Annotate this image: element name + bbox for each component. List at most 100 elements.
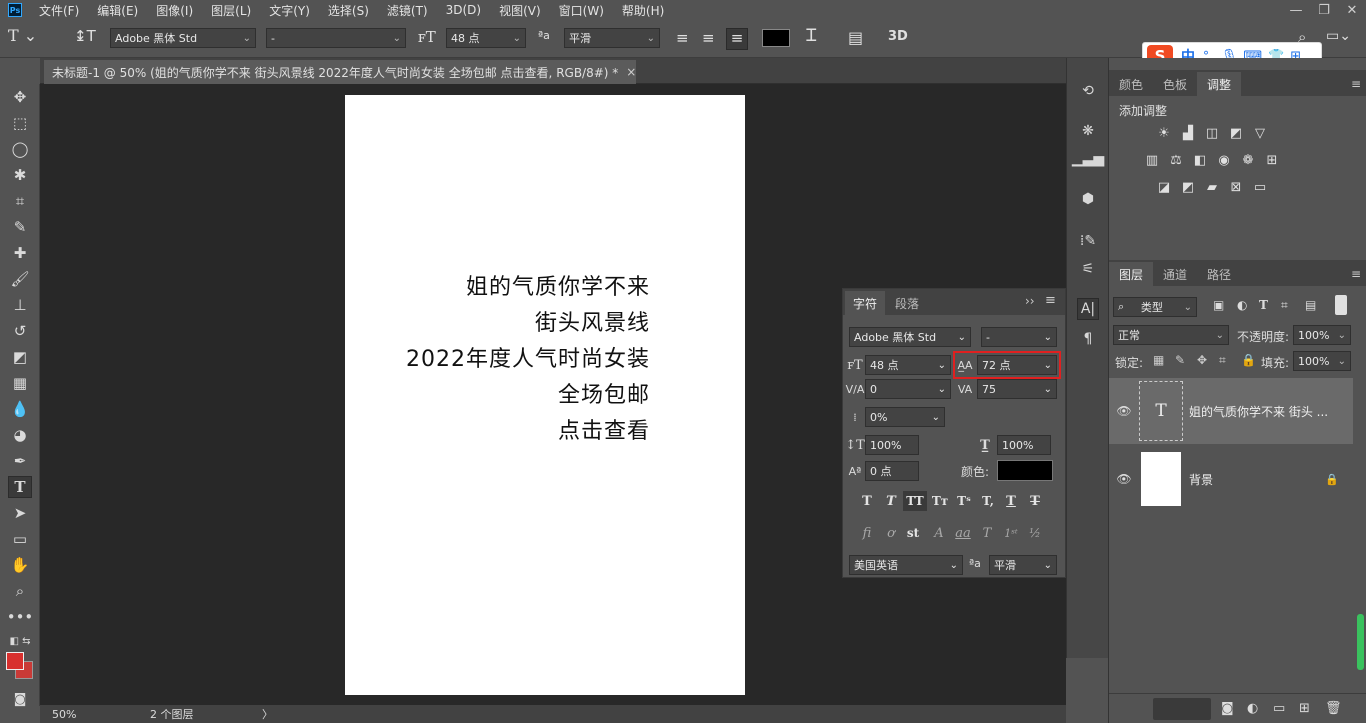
channel-mixer-icon[interactable]: ❁ [1239, 152, 1257, 168]
tab-character[interactable]: 字符 [845, 291, 885, 315]
more-tools-icon[interactable]: ••• [7, 606, 34, 628]
close-tab-icon[interactable]: × [626, 65, 636, 79]
gradient-tool-icon[interactable]: ▦ [8, 372, 32, 394]
path-selection-tool-icon[interactable]: ➤ [8, 502, 32, 524]
lock-all-icon[interactable]: 🔒 [1241, 353, 1256, 367]
text-color-swatch[interactable] [762, 29, 790, 47]
brightness-icon[interactable]: ☀ [1155, 125, 1173, 141]
menu-image[interactable]: 图像(I) [147, 2, 202, 19]
blend-mode-select[interactable]: 正常 ⌄ [1113, 325, 1229, 345]
char-scale-select[interactable]: 0% ⌄ [865, 407, 945, 427]
filter-smart-object-icon[interactable]: ▤ [1305, 298, 1316, 312]
tab-color[interactable]: 颜色 [1109, 72, 1153, 96]
marquee-tool-icon[interactable]: ⬚ [8, 112, 32, 134]
align-center-icon[interactable]: ≡ [702, 29, 715, 47]
eyedropper-tool-icon[interactable]: ✎ [8, 216, 32, 238]
zoom-level[interactable]: 50% [52, 708, 132, 721]
tab-swatches[interactable]: 色板 [1153, 72, 1197, 96]
char-kerning-select[interactable]: 0 ⌄ [865, 379, 951, 399]
3d-panel-icon[interactable]: ⬢ [1077, 188, 1099, 210]
lasso-tool-icon[interactable]: ◯ [8, 138, 32, 160]
filter-pixel-icon[interactable]: ▣ [1213, 298, 1224, 312]
char-font-family-select[interactable]: Adobe 黑体 Std ⌄ [849, 327, 971, 347]
3d-icon[interactable]: 3D [888, 29, 908, 44]
char-vscale-input[interactable]: 100% [865, 435, 919, 455]
clone-stamp-tool-icon[interactable]: ⊥ [8, 294, 32, 316]
faux-bold-icon[interactable]: T [857, 491, 877, 511]
brush-tool-icon[interactable]: 🖌 [8, 268, 32, 290]
paragraph-icon[interactable]: ¶ [1077, 328, 1099, 350]
foreground-color-swatch[interactable] [6, 652, 24, 670]
filter-shape-icon[interactable]: ⌗ [1281, 298, 1288, 313]
document-tab[interactable]: 未标题-1 @ 50% (姐的气质你学不来 街头风景线 2022年度人气时尚女装… [44, 60, 636, 84]
stylistic-alternates-icon[interactable]: aa [953, 523, 973, 543]
zoom-tool-icon[interactable]: ⌕ [8, 580, 32, 602]
history-brush-tool-icon[interactable]: ↺ [8, 320, 32, 342]
panel-menu-icon[interactable]: ≡ [1351, 267, 1361, 281]
tab-adjustments[interactable]: 调整 [1197, 72, 1242, 96]
filter-adjustment-icon[interactable]: ◐ [1237, 298, 1247, 312]
threshold-icon[interactable]: ▰ [1203, 179, 1221, 195]
discretionary-ligatures-icon[interactable]: st [903, 523, 923, 543]
tab-layers[interactable]: 图层 [1109, 262, 1154, 286]
hand-tool-icon[interactable]: ✋ [8, 554, 32, 576]
char-tracking-select[interactable]: 75 ⌄ [977, 379, 1057, 399]
move-tool-icon[interactable]: ✥ [8, 86, 32, 108]
type-tool-icon[interactable]: T [8, 476, 32, 498]
swap-colors-icon[interactable]: ◧ ⇆ [8, 630, 32, 652]
ligatures-icon[interactable]: fi [857, 523, 877, 543]
font-family-select[interactable]: Adobe 黑体 Std ⌄ [110, 28, 256, 48]
menu-file[interactable]: 文件(F) [30, 2, 88, 19]
char-antialias-select[interactable]: 平滑 ⌄ [989, 555, 1057, 575]
menu-edit[interactable]: 编辑(E) [88, 2, 147, 19]
status-arrow-icon[interactable]: 〉 [262, 706, 273, 722]
eraser-tool-icon[interactable]: ◩ [8, 346, 32, 368]
filter-type-icon[interactable]: T [1259, 298, 1268, 312]
new-layer-icon[interactable]: ⊞ [1299, 701, 1310, 716]
character-icon[interactable]: A| [1077, 298, 1099, 320]
char-size-select[interactable]: 48 点 ⌄ [865, 355, 951, 375]
char-baseline-input[interactable]: 0 点 [865, 461, 919, 481]
minimize-icon[interactable]: — [1282, 3, 1310, 18]
history-icon[interactable]: ⟲ [1077, 80, 1099, 102]
crop-tool-icon[interactable]: ⌗ [8, 190, 32, 212]
faux-italic-icon[interactable]: T [881, 491, 901, 511]
character-panel-icon[interactable]: ▤ [848, 28, 863, 47]
align-right-icon[interactable]: ≡ [726, 28, 748, 50]
vibrance-icon[interactable]: ▽ [1251, 125, 1269, 141]
document-page[interactable]: 姐的气质你学不来 街头风景线 2022年度人气时尚女装 全场包邮 点击查看 [345, 95, 745, 695]
close-window-icon[interactable]: ✕ [1338, 3, 1366, 18]
restore-icon[interactable]: ❐ [1310, 3, 1338, 18]
ordinals-icon[interactable]: 1ˢᵗ [1001, 523, 1021, 543]
all-caps-icon[interactable]: TT [903, 491, 927, 511]
lock-position-icon[interactable]: ✥ [1197, 353, 1207, 367]
new-group-icon[interactable]: ▭ [1273, 701, 1285, 716]
small-caps-icon[interactable]: Tт [929, 491, 951, 511]
opacity-input[interactable]: 100% ⌄ [1293, 325, 1351, 345]
menu-3d[interactable]: 3D(D) [437, 3, 490, 17]
fractions-icon[interactable]: ½ [1025, 523, 1045, 543]
pen-tool-icon[interactable]: ✒ [8, 450, 32, 472]
color-balance-icon[interactable]: ⚖ [1167, 152, 1185, 168]
lock-image-icon[interactable]: ✎ [1175, 353, 1185, 367]
tab-paragraph[interactable]: 段落 [887, 291, 927, 315]
menu-select[interactable]: 选择(S) [319, 2, 378, 19]
blur-tool-icon[interactable]: 💧 [8, 398, 32, 420]
menu-help[interactable]: 帮助(H) [613, 2, 673, 19]
levels-icon[interactable]: ▟ [1179, 125, 1197, 141]
menu-window[interactable]: 窗口(W) [550, 2, 613, 19]
brush-settings-icon[interactable]: ⁞✎ [1077, 230, 1099, 252]
visibility-eye-icon[interactable]: 👁 [1109, 404, 1139, 418]
align-left-icon[interactable]: ≡ [676, 29, 689, 47]
tab-channels[interactable]: 通道 [1153, 262, 1197, 286]
layer-row-text[interactable]: 👁 T 姐的气质你学不来 街头 ... [1109, 378, 1353, 444]
char-font-style-select[interactable]: - ⌄ [981, 327, 1057, 347]
adjustment-layer-icon[interactable]: ◐ [1247, 701, 1258, 716]
menu-layer[interactable]: 图层(L) [202, 2, 260, 19]
gradient-map-icon[interactable]: ▭ [1251, 179, 1269, 195]
dodge-tool-icon[interactable]: ◕ [8, 424, 32, 446]
type-tool-preset-icon[interactable]: T ⌄ [8, 26, 37, 45]
hue-saturation-icon[interactable]: ▥ [1143, 152, 1161, 168]
underline-icon[interactable]: T [1001, 491, 1021, 511]
posterize-icon[interactable]: ◩ [1179, 179, 1197, 195]
